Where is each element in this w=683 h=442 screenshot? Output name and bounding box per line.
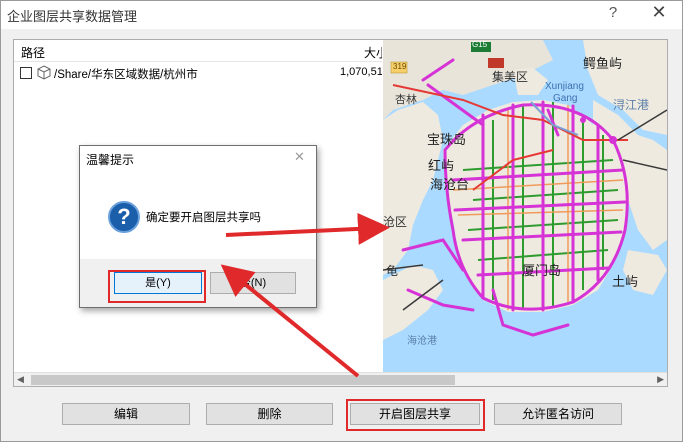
map-label-tuyu: 土屿 [612,274,639,289]
highlight-box-yes [108,270,206,303]
map-preview[interactable]: G15 319 集美区 杏林 鳄鱼屿 Xunjiang Gang 浔江港 宝珠岛… [383,40,667,372]
map-label-eluyu: 鳄鱼屿 [583,56,623,71]
scroll-left-icon[interactable]: ◀ [17,374,24,385]
map-label-jimei: 集美区 [492,70,529,84]
window-title: 企业图层共享数据管理 [7,9,138,24]
highlight-box-share [346,399,485,431]
map-label-xinglin: 杏林 [395,94,417,106]
edit-button[interactable]: 编辑 [62,403,190,425]
no-button[interactable]: 否(N) [210,272,296,294]
map-label-haicang: 沧区 [383,215,408,229]
list-item[interactable]: /Share/华东区域数据/杭州市 1,070,51 [14,64,382,82]
row-checkbox[interactable] [20,67,32,79]
map-label-gang: Gang [553,93,578,104]
map-label-r319: 319 [393,62,407,71]
column-header-path[interactable]: 路径 [21,44,45,61]
dialog-message: 确定要开启图层共享吗 [146,212,261,224]
dialog-close-icon[interactable]: ✕ [294,149,305,165]
allow-anonymous-access-button[interactable]: 允许匿名访问 [494,403,622,425]
list-header: 路径 大小 [14,40,382,62]
map-label-hongyu: 红屿 [428,158,455,173]
close-icon[interactable]: ✕ [641,2,677,26]
scroll-right-icon[interactable]: ▶ [657,374,664,385]
map-label-xunjiang: Xunjiang [545,81,584,92]
layer-cube-icon [37,65,51,80]
horizontal-scrollbar[interactable]: ◀ ▶ [14,372,667,386]
map-label-xiamen-island: 厦门岛 [522,263,562,278]
map-label-baozhu: 宝珠岛 [427,132,467,147]
scrollbar-thumb[interactable] [31,375,455,385]
map-label-xunjiang-port: 浔江港 [613,98,650,112]
map-label-port: 海沧港 [407,336,437,347]
delete-button[interactable]: 删除 [206,403,333,425]
column-header-size[interactable]: 大小 [364,44,382,61]
help-icon[interactable]: ? [601,4,625,26]
map-label-g15: G15 [472,40,488,49]
row-path: /Share/华东区域数据/杭州市 [54,69,198,81]
map-label-gui: 龟 [386,264,399,278]
map-label-haicang-tai: 海沧台 [430,177,470,192]
row-size: 1,070,51 [340,66,382,78]
question-icon: ? [108,201,140,233]
title-bar: 企业图层共享数据管理 ? ✕ [1,1,682,29]
map-canvas [383,40,667,372]
dialog-title: 温馨提示 [86,153,135,167]
